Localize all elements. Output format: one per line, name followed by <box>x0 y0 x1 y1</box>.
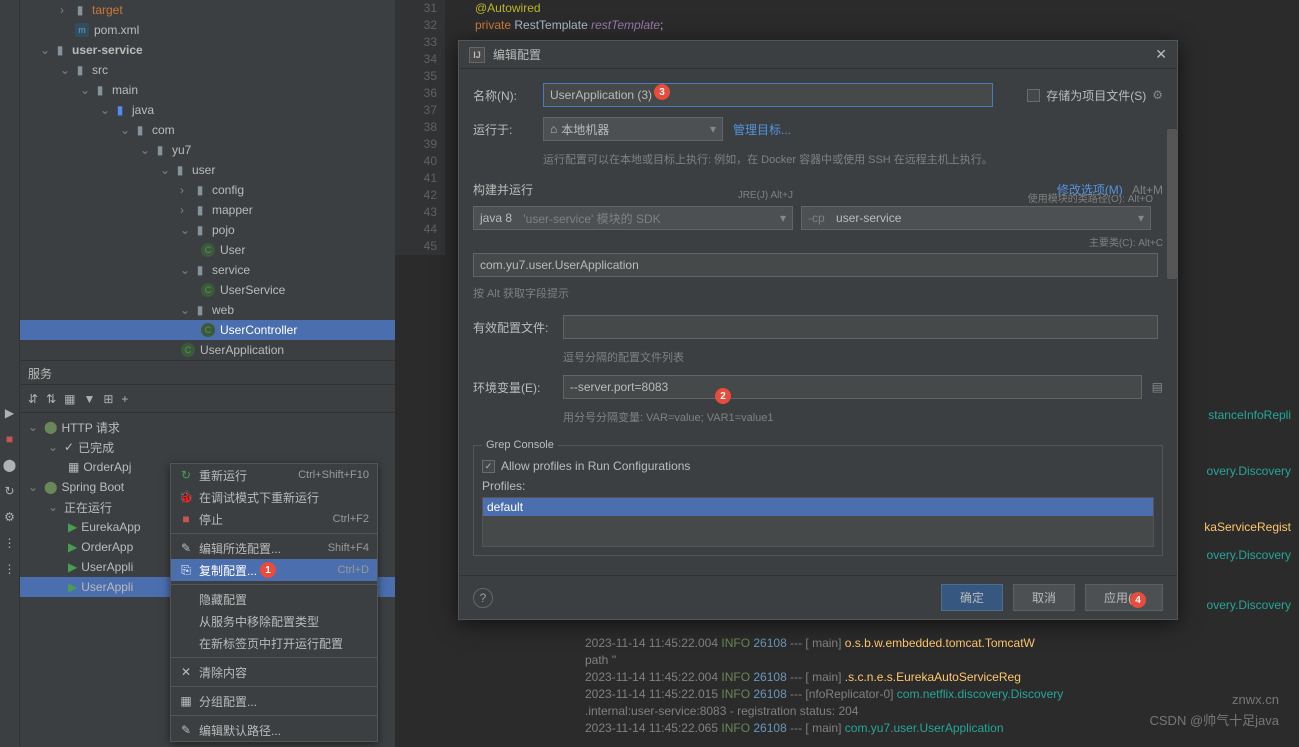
menu-rerun[interactable]: ↻重新运行Ctrl+Shift+F10 <box>171 464 377 486</box>
name-label: 名称(N): <box>473 87 533 104</box>
save-as-project-checkbox[interactable] <box>1027 89 1040 102</box>
more-icon[interactable]: ⋮ <box>0 530 19 556</box>
gear-icon[interactable]: ⚙ <box>1152 88 1163 102</box>
tree-java[interactable]: ⌄▮java <box>20 100 395 120</box>
svc-http-requests[interactable]: ⌄⬤HTTP 请求 <box>20 417 395 437</box>
main-class-input[interactable] <box>473 253 1158 277</box>
active-profiles-hint: 逗号分隔的配置文件列表 <box>563 349 1163 365</box>
alt-hint: 按 Alt 获取字段提示 <box>473 285 1163 301</box>
dialog-titlebar[interactable]: IJ 编辑配置 ✕ <box>459 41 1177 69</box>
tree-user[interactable]: ⌄▮user <box>20 160 395 180</box>
env-vars-input[interactable] <box>563 375 1142 399</box>
tool-icon[interactable]: ⚙ <box>0 504 19 530</box>
callout-4: 4 <box>1130 592 1146 608</box>
tree-yu7[interactable]: ⌄▮yu7 <box>20 140 395 160</box>
edit-config-dialog: IJ 编辑配置 ✕ 名称(N): 存储为项目文件(S) ⚙ 运行于: ⌂ 本地机… <box>458 40 1178 620</box>
menu-clear-content[interactable]: ✕清除内容 <box>171 661 377 683</box>
jre-hint: JRE(J) Alt+J <box>738 190 793 201</box>
tree-web[interactable]: ⌄▮web <box>20 300 395 320</box>
watermark-csdn: CSDN @帅气十足java <box>1150 710 1280 729</box>
tree-main[interactable]: ⌄▮main <box>20 80 395 100</box>
group-icon[interactable]: ⊞ <box>103 392 113 406</box>
watermark-znwx: znwx.cn <box>1232 692 1279 707</box>
grid-icon[interactable]: ▦ <box>64 392 75 406</box>
tree-usercontroller[interactable]: CUserController <box>20 320 395 340</box>
save-as-project-label: 存储为项目文件(S) <box>1046 87 1146 104</box>
env-vars-hint: 用分号分隔变量: VAR=value; VAR1=value1 <box>563 409 1163 425</box>
tree-target[interactable]: ›▮target <box>20 0 395 20</box>
run-hint: 运行配置可以在本地或目标上执行: 例如，在 Docker 容器中或使用 SSH … <box>543 151 1163 167</box>
cp-dropdown[interactable]: -cp user-service ▾ <box>801 206 1151 230</box>
menu-open-new-tab[interactable]: 在新标签页中打开运行配置 <box>171 632 377 654</box>
debug-icon[interactable]: ⬤ <box>0 452 19 478</box>
home-icon: ⌂ <box>550 122 557 136</box>
runon-dropdown[interactable]: ⌂ 本地机器 ▾ <box>543 117 723 141</box>
tree-config[interactable]: ›▮config <box>20 180 395 200</box>
apply-button[interactable]: 应用(A) <box>1085 584 1163 611</box>
tree-userservice-class[interactable]: CUserService <box>20 280 395 300</box>
tree-pojo[interactable]: ⌄▮pojo <box>20 220 395 240</box>
active-profiles-label: 有效配置文件: <box>473 319 553 336</box>
expand-icon[interactable]: ⇵ <box>28 392 38 406</box>
cancel-button[interactable]: 取消 <box>1013 584 1075 611</box>
profiles-label: Profiles: <box>482 479 1154 493</box>
add-icon[interactable]: + <box>121 392 128 406</box>
tree-com[interactable]: ⌄▮com <box>20 120 395 140</box>
menu-group-config[interactable]: ▦分组配置... <box>171 690 377 712</box>
services-toolbar: ⇵ ⇅ ▦ ▼ ⊞ + <box>20 385 395 413</box>
run-icon[interactable]: ▶ <box>0 400 19 426</box>
more-icon-2[interactable]: ⋮ <box>0 556 19 582</box>
profile-default[interactable]: default <box>483 498 1153 516</box>
env-vars-label: 环境变量(E): <box>473 379 553 396</box>
main-class-hint: 主要类(C): Alt+C <box>473 234 1163 249</box>
menu-edit-config[interactable]: ✎编辑所选配置...Shift+F4 <box>171 537 377 559</box>
list-icon[interactable]: ▤ <box>1152 380 1163 394</box>
tree-mapper[interactable]: ›▮mapper <box>20 200 395 220</box>
ok-button[interactable]: 确定 <box>941 584 1003 611</box>
help-icon[interactable]: ? <box>473 588 493 608</box>
dialog-scrollbar[interactable] <box>1167 129 1177 279</box>
dialog-icon: IJ <box>469 47 485 63</box>
callout-1: 1 <box>260 562 276 578</box>
context-menu: ↻重新运行Ctrl+Shift+F10 🐞在调试模式下重新运行 ■停止Ctrl+… <box>170 463 378 742</box>
left-gutter-icons: ▶ ■ ⬤ ↻ ⚙ ⋮ ⋮ <box>0 0 20 747</box>
svc-completed[interactable]: ⌄✓已完成 <box>20 437 395 457</box>
manage-targets-link[interactable]: 管理目标... <box>733 121 791 138</box>
menu-edit-defaults[interactable]: ✎编辑默认路径... <box>171 719 377 741</box>
tree-service[interactable]: ⌄▮service <box>20 260 395 280</box>
tree-userapplication[interactable]: CUserApplication <box>20 340 395 360</box>
grep-console-fieldset: Grep Console Allow profiles in Run Confi… <box>473 439 1163 556</box>
menu-debug-rerun[interactable]: 🐞在调试模式下重新运行 <box>171 486 377 508</box>
tree-pom[interactable]: mpom.xml <box>20 20 395 40</box>
callout-3: 3 <box>654 84 670 100</box>
tree-user-class[interactable]: CUser <box>20 240 395 260</box>
allow-profiles-label: Allow profiles in Run Configurations <box>501 459 690 473</box>
java-sdk-dropdown[interactable]: java 8 'user-service' 模块的 SDK ▾ <box>473 206 793 230</box>
callout-2: 2 <box>715 388 731 404</box>
services-header: 服务 <box>20 361 395 385</box>
tree-user-service[interactable]: ⌄▮user-service <box>20 40 395 60</box>
filter-icon[interactable]: ▼ <box>83 392 95 406</box>
allow-profiles-checkbox[interactable] <box>482 460 495 473</box>
menu-remove-services[interactable]: 从服务中移除配置类型 <box>171 610 377 632</box>
stop-icon[interactable]: ■ <box>0 426 19 452</box>
close-icon[interactable]: ✕ <box>1155 46 1167 63</box>
editor-gutter: 3132 333435 363738 394041 424344 45 <box>395 0 445 255</box>
tree-src[interactable]: ⌄▮src <box>20 60 395 80</box>
menu-hide-config[interactable]: 隐藏配置 <box>171 588 377 610</box>
collapse-icon[interactable]: ⇅ <box>46 392 56 406</box>
menu-stop[interactable]: ■停止Ctrl+F2 <box>171 508 377 530</box>
name-input[interactable] <box>543 83 993 107</box>
runon-label: 运行于: <box>473 121 533 138</box>
restart-icon[interactable]: ↻ <box>0 478 19 504</box>
active-profiles-input[interactable] <box>563 315 1158 339</box>
dialog-title-text: 编辑配置 <box>493 46 541 63</box>
module-hint: 使用模块的类路径(O): Alt+O <box>1028 190 1153 205</box>
